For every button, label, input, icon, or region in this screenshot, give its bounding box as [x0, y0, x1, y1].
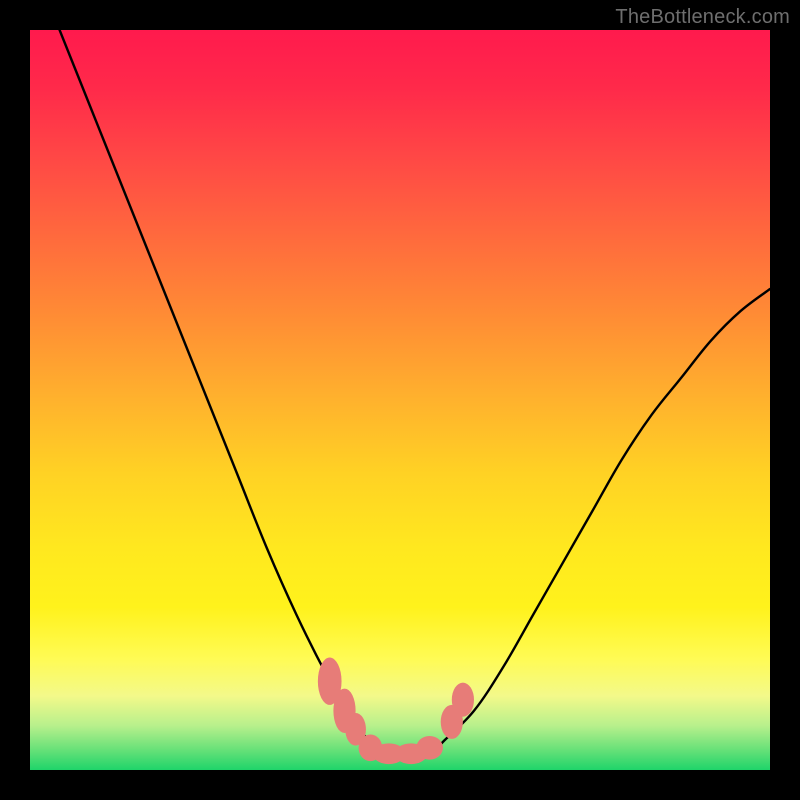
- trough-markers: [318, 658, 474, 765]
- curve-svg: [30, 30, 770, 770]
- trough-marker: [452, 683, 474, 717]
- watermark-text: TheBottleneck.com: [615, 6, 790, 29]
- chart-frame: TheBottleneck.com: [0, 0, 800, 800]
- trough-marker: [416, 736, 443, 760]
- plot-area: [30, 30, 770, 770]
- bottleneck-curve: [30, 30, 770, 756]
